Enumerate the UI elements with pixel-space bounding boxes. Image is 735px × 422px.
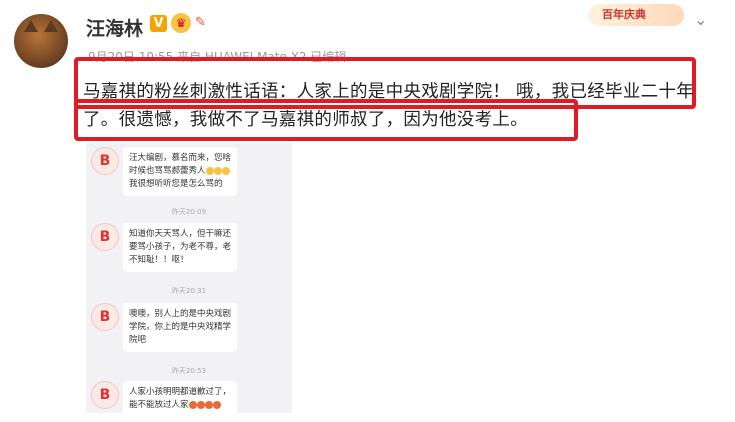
emoji-icon <box>205 166 214 175</box>
avatar[interactable] <box>14 14 68 68</box>
chat-timestamp: 昨天20:53 <box>171 367 207 375</box>
chat-timestamp: 昨天20:09 <box>171 208 207 216</box>
emoji-icon <box>188 400 197 409</box>
chat-screenshot[interactable]: B 汪大编剧，慕名而来，您啥 时候也骂骂郝蕾秀人 我很想听听您是怎么骂的 昨天2… <box>86 143 292 413</box>
message-bubble: 人家小孩明明都道歉过了， 能不能放过人家 <box>123 381 238 413</box>
message-text: 不知耻！！呕！ <box>129 255 189 265</box>
message-text: 人家小孩明明都道歉过了， <box>129 387 232 397</box>
post-caption-line: 了。很遗憾，我做不了马嘉祺的师叔了，因为他没考上。 <box>83 110 528 130</box>
message-bubble: 汪大编剧，慕名而来，您啥 时候也骂骂郝蕾秀人 我很想听听您是怎么骂的 <box>123 147 238 196</box>
message-text: 时候也骂骂郝蕾秀人 <box>129 165 231 178</box>
message-text: 我很想听听您是怎么骂的 <box>129 179 223 189</box>
emoji-icon <box>213 166 222 175</box>
chevron-down-icon[interactable]: ⌄ <box>694 10 707 29</box>
chat-timestamp: 昨天20:31 <box>171 287 207 295</box>
username[interactable]: 汪海林 <box>86 14 143 41</box>
message-text: 院吧 <box>129 335 147 345</box>
sender-avatar: B <box>91 147 119 175</box>
message-bubble: 知道你天天骂人，但干嘛还 要骂小孩子，为老不尊，老 不知耻！！呕！ <box>123 223 238 272</box>
sender-avatar: B <box>91 381 119 409</box>
message-text: 汪大编剧，慕名而来，您啥 <box>129 153 232 163</box>
crown-icon: ♛ <box>171 13 191 33</box>
message-text: 知道你天天骂人，但干嘛还 <box>129 229 232 239</box>
message-text: 能不能放过人家 <box>129 399 231 412</box>
message-text: 要骂小孩子，为老不尊，老 <box>129 242 232 252</box>
anniversary-banner[interactable]: 百年庆典 <box>588 4 684 26</box>
message-text: 学院，你上的是中央戏精学 <box>129 322 232 332</box>
message-text: 噢噢，别人上的是中央戏剧 <box>129 309 232 319</box>
tag-icon: ✎ <box>195 15 206 30</box>
message-bubble: 噢噢，别人上的是中央戏剧 学院，你上的是中央戏精学 院吧 <box>123 303 238 352</box>
emoji-icon <box>196 400 205 409</box>
post-caption-line: 马嘉祺的粉丝刺激性话语：人家上的是中央戏剧学院！ 哦，我已经毕业二十年 <box>83 82 695 102</box>
vip-badge-icon: V <box>150 15 167 32</box>
emoji-icon <box>221 166 230 175</box>
sender-avatar: B <box>91 303 119 331</box>
sender-avatar: B <box>91 223 119 251</box>
emoji-icon <box>212 400 221 409</box>
emoji-icon <box>204 400 213 409</box>
